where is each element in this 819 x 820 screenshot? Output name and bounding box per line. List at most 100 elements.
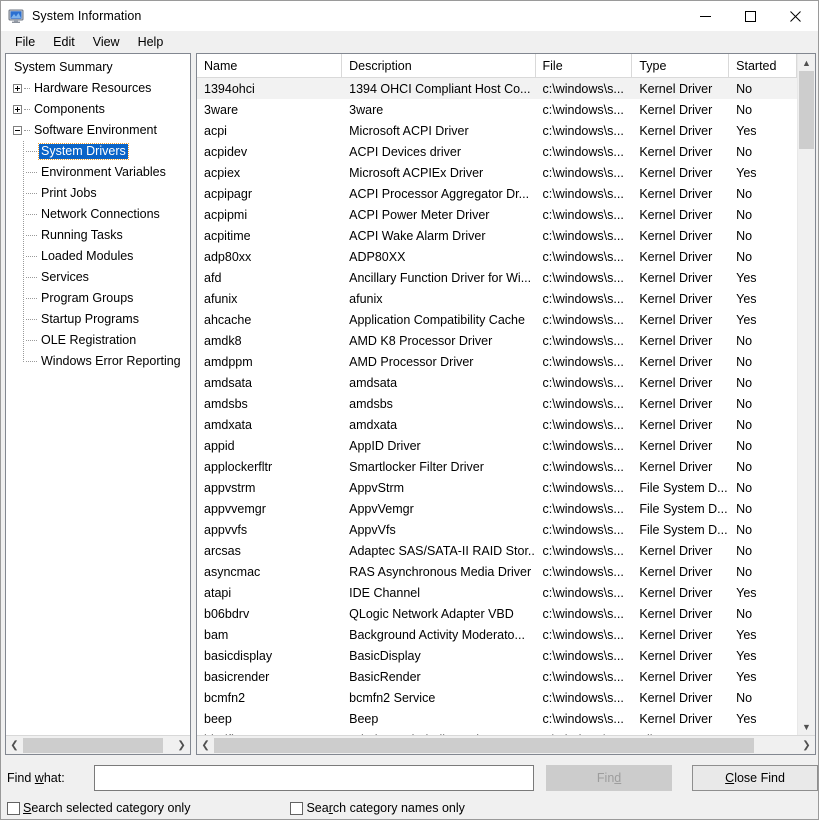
tree-horizontal-scrollbar[interactable]: ❮ ❯ [6,735,191,754]
cell-file: c:\windows\s... [542,165,624,180]
sidebar-item-software-environment[interactable]: Software Environment [6,120,190,141]
table-row[interactable]: ahcache Application Compatibility Cache c:… [197,309,797,330]
cell-description: Beep [349,711,379,726]
cell-name: amdxata [204,417,252,432]
checkbox-box-icon[interactable] [7,801,20,815]
cell-description: Microsoft ACPIEx Driver [349,165,484,180]
column-header-file[interactable]: File [536,54,633,77]
cell-description: Smartlocker Filter Driver [349,459,484,474]
scroll-left-icon[interactable]: ❮ [197,737,214,754]
table-row[interactable]: acpiex Microsoft ACPIEx Driver c:\windows\… [197,162,797,183]
list-horizontal-scrollbar[interactable]: ❮ ❯ [197,735,815,754]
cell-file: c:\windows\s... [542,711,624,726]
collapse-minus-icon[interactable] [13,126,22,135]
sidebar-item-ole-registration[interactable]: OLE Registration [6,330,190,351]
sidebar-item-components[interactable]: Components [6,99,190,120]
list-hscroll-track[interactable] [214,737,798,754]
table-row[interactable]: b06bdrv QLogic Network Adapter VBD c:\wind… [197,603,797,624]
expand-plus-icon[interactable] [13,84,22,93]
table-row[interactable]: 3ware 3ware c:\windows\s... Kernel Driver No [197,99,797,120]
sidebar-item-startup-programs[interactable]: Startup Programs [6,309,190,330]
list-hscroll-thumb[interactable] [214,737,755,753]
table-row[interactable]: acpidev ACPI Devices driver c:\windows\s..… [197,141,797,162]
column-header-name[interactable]: Name [197,54,343,77]
table-row[interactable]: acpipmi ACPI Power Meter Driver c:\windows… [197,204,797,225]
table-row[interactable]: beep Beep c:\windows\s... Kernel Driver Yes [197,708,797,729]
table-row[interactable]: atapi IDE Channel c:\windows\s... Kernel Dr… [197,582,797,603]
search-category-names-checkbox[interactable]: Search category names only [290,801,465,815]
table-row[interactable]: appvvfs AppvVfs c:\windows\s... File System… [197,519,797,540]
menu-item-view[interactable]: View [84,33,129,52]
cell-description: amdsbs [349,396,393,411]
table-row[interactable]: amdsata amdsata c:\windows\s... Kernel Driv… [197,372,797,393]
sidebar-item-print-jobs[interactable]: Print Jobs [6,183,190,204]
scroll-right-icon[interactable]: ❯ [173,737,190,754]
maximize-icon[interactable] [728,1,773,31]
sidebar-item-windows-error-reporting[interactable]: Windows Error Reporting [6,351,190,372]
table-row[interactable]: 1394ohci 1394 OHCI Compliant Host Co... c:… [197,78,797,99]
menu-item-edit[interactable]: Edit [44,33,84,52]
table-row[interactable]: amdsbs amdsbs c:\windows\s... Kernel Driver… [197,393,797,414]
table-row[interactable]: bam Background Activity Moderato... c:\win… [197,624,797,645]
sidebar-item-services[interactable]: Services [6,267,190,288]
expand-plus-icon[interactable] [13,105,22,114]
search-selected-category-checkbox[interactable]: Search selected category only [7,801,190,815]
menu-item-help[interactable]: Help [129,33,173,52]
sidebar-item-environment-variables[interactable]: Environment Variables [6,162,190,183]
column-header-description[interactable]: Description [342,54,536,77]
sidebar-item-running-tasks[interactable]: Running Tasks [6,225,190,246]
table-row[interactable]: amdk8 AMD K8 Processor Driver c:\windows\s… [197,330,797,351]
close-icon[interactable] [773,1,818,31]
table-row[interactable]: applockerfltr Smartlocker Filter Driver c:… [197,456,797,477]
cell-name: amdsbs [204,396,248,411]
table-row[interactable]: bcmfn2 bcmfn2 Service c:\windows\s... Kerne… [197,687,797,708]
column-header-started[interactable]: Started [729,54,797,77]
menu-item-file[interactable]: File [6,33,44,52]
scroll-right-icon[interactable]: ❯ [798,737,815,754]
find-input[interactable] [94,765,535,791]
scroll-left-icon[interactable]: ❮ [6,737,23,754]
sidebar-item-loaded-modules[interactable]: Loaded Modules [6,246,190,267]
sidebar-item-system-drivers[interactable]: System Drivers [6,141,190,162]
table-row[interactable]: afunix afunix c:\windows\s... Kernel Driver… [197,288,797,309]
tree-hscroll-track[interactable] [23,737,173,754]
category-tree[interactable]: System Summary Hardware Resources Componen… [6,54,190,735]
column-header-type[interactable]: Type [632,54,730,77]
scroll-up-icon[interactable]: ▲ [798,54,815,71]
minimize-icon[interactable] [683,1,728,31]
sidebar-item-program-groups[interactable]: Program Groups [6,288,190,309]
table-row[interactable]: amdxata amdxata c:\windows\s... Kernel Driv… [197,414,797,435]
cell-started: No [736,375,753,390]
table-row[interactable]: acpitime ACPI Wake Alarm Driver c:\windows… [197,225,797,246]
list-vscroll-thumb[interactable] [799,71,814,149]
list-vertical-scrollbar[interactable]: ▲ ▼ [797,54,815,735]
table-row[interactable]: appvstrm AppvStrm c:\windows\s... File Syst… [197,477,797,498]
sidebar-item-hardware-resources[interactable]: Hardware Resources [6,78,190,99]
table-row[interactable]: acpipagr ACPI Processor Aggregator Dr... c… [197,183,797,204]
checkbox-box-icon[interactable] [290,801,304,815]
table-row[interactable]: afd Ancillary Function Driver for Wi... c:… [197,267,797,288]
window-controls [683,1,818,31]
sidebar-item-network-connections[interactable]: Network Connections [6,204,190,225]
find-button[interactable]: Fin d [546,765,673,791]
close-find-button[interactable]: Close Find [692,765,818,791]
list-vscroll-track[interactable] [798,71,815,718]
table-row[interactable]: asyncmac RAS Asynchronous Media Driver c:\… [197,561,797,582]
table-row[interactable]: amdppm AMD Processor Driver c:\windows\s..… [197,351,797,372]
cell-type: Kernel Driver [639,438,713,453]
table-row[interactable]: appid AppID Driver c:\windows\s... Kernel D… [197,435,797,456]
table-row[interactable]: acpi Microsoft ACPI Driver c:\windows\s...… [197,120,797,141]
table-row[interactable]: appvvemgr AppvVemgr c:\windows\s... File Sy… [197,498,797,519]
cell-file: c:\windows\s... [542,648,624,663]
cell-file: c:\windows\s... [542,228,624,243]
tree-connector-dash [26,360,37,363]
drivers-list[interactable]: 1394ohci 1394 OHCI Compliant Host Co... c:… [197,78,797,735]
table-row[interactable]: arcsas Adaptec SAS/SATA-II RAID Stor... c:… [197,540,797,561]
scroll-down-icon[interactable]: ▼ [798,718,815,735]
sidebar-item-system-summary[interactable]: System Summary [6,57,190,78]
table-row[interactable]: basicrender BasicRender c:\windows\s... Ker… [197,666,797,687]
cell-name: acpipagr [204,186,252,201]
tree-hscroll-thumb[interactable] [23,737,163,753]
table-row[interactable]: adp80xx ADP80XX c:\windows\s... Kernel Driv… [197,246,797,267]
table-row[interactable]: basicdisplay BasicDisplay c:\windows\s... K… [197,645,797,666]
